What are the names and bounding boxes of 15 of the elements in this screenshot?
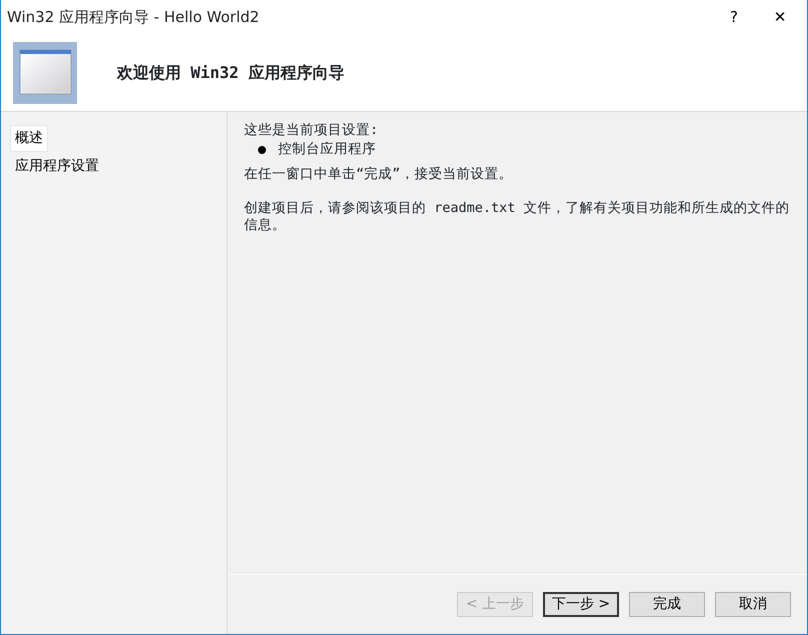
dialog-button[interactable]: 取消 [715,592,791,617]
window-title: Win32 应用程序向导 - Hello World2 [7,6,260,28]
intro-text: 这些是当前项目设置: [244,122,380,139]
close-button[interactable]: ✕ [757,0,803,34]
bullet-text: 控制台应用程序 [278,141,376,158]
bullet-icon [258,146,266,154]
header-title: 欢迎使用 Win32 应用程序向导 [117,62,344,84]
dialog-button[interactable]: 完成 [629,592,705,617]
paragraph-text: 创建项目后，请参阅该项目的 readme.txt 文件，了解有关项目功能和所生成的文件的信息。 [244,200,791,234]
window-icon [13,42,77,104]
sidebar-item[interactable]: 概述 [11,126,47,151]
paragraph-text: 在任一窗口中单击“完成”，接受当前设置。 [244,166,514,183]
sidebar-item[interactable]: 应用程序设置 [11,154,103,179]
help-button[interactable]: ? [711,0,757,34]
dialog-button[interactable]: 下一步 > [543,592,619,617]
